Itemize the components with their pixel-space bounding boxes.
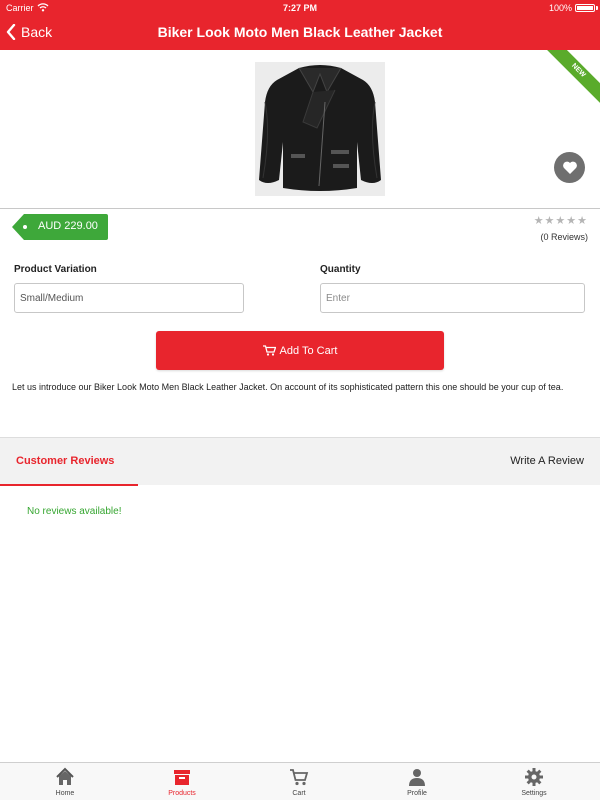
review-count[interactable]: (0 Reviews)	[540, 232, 588, 242]
tab-products-label: Products	[168, 790, 196, 797]
chevron-left-icon	[6, 24, 16, 40]
status-bar: Carrier 7:27 PM 100%	[0, 0, 600, 16]
battery-percent: 100%	[548, 3, 572, 13]
profile-icon	[409, 769, 425, 786]
home-icon	[56, 767, 74, 785]
variation-select[interactable]	[14, 283, 244, 313]
review-tabs: Customer Reviews Write A Review	[0, 437, 600, 486]
tab-cart-label: Cart	[292, 790, 306, 797]
cart-icon	[262, 345, 276, 356]
add-to-cart-button[interactable]: Add To Cart	[156, 331, 444, 370]
tab-products[interactable]: Products	[142, 763, 222, 800]
tab-customer-reviews[interactable]: Customer Reviews	[0, 438, 138, 486]
rating-stars: ★★★★★	[533, 215, 588, 227]
back-label: Back	[21, 24, 53, 40]
tab-profile[interactable]: Profile	[377, 763, 457, 800]
add-to-cart-label: Add To Cart	[279, 344, 338, 357]
product-description: Let us introduce our Biker Look Moto Men…	[12, 382, 564, 392]
tab-settings-label: Settings	[521, 790, 547, 797]
new-badge: NEW	[537, 50, 600, 112]
product-detail-screen: Carrier 7:27 PM 100% Back Biker Look Mot…	[0, 0, 600, 800]
tab-home-label: Home	[55, 790, 75, 797]
status-time: 7:27 PM	[282, 3, 317, 13]
empty-reviews-message: No reviews available!	[27, 506, 122, 517]
quantity-input[interactable]	[320, 283, 585, 313]
product-image[interactable]	[255, 62, 385, 196]
battery-icon	[575, 4, 595, 12]
tab-cart[interactable]: Cart	[259, 763, 339, 800]
cart-icon	[290, 769, 309, 786]
tab-home[interactable]: Home	[25, 763, 105, 800]
favorite-button[interactable]	[554, 152, 585, 183]
variation-label: Product Variation	[14, 264, 97, 275]
settings-icon	[525, 768, 543, 786]
tab-settings[interactable]: Settings	[494, 763, 574, 800]
battery-tip	[596, 6, 598, 10]
price-tag: AUD 229.00	[12, 213, 108, 241]
back-button[interactable]: Back	[6, 22, 52, 42]
product-price: AUD 229.00	[38, 220, 98, 232]
page-title: Biker Look Moto Men Black Leather Jacket	[157, 24, 443, 40]
heart-icon	[562, 161, 577, 174]
product-image-area: NEW	[0, 50, 600, 209]
tab-profile-label: Profile	[407, 790, 427, 797]
products-icon	[174, 770, 190, 785]
top-bar: Carrier 7:27 PM 100% Back Biker Look Mot…	[0, 0, 600, 50]
tab-customer-reviews-label: Customer Reviews	[16, 455, 115, 467]
quantity-label: Quantity	[320, 264, 361, 275]
write-review-button[interactable]: Write A Review	[510, 455, 584, 467]
bottom-tab-bar: Home Products Cart Profile Settings	[0, 762, 600, 800]
